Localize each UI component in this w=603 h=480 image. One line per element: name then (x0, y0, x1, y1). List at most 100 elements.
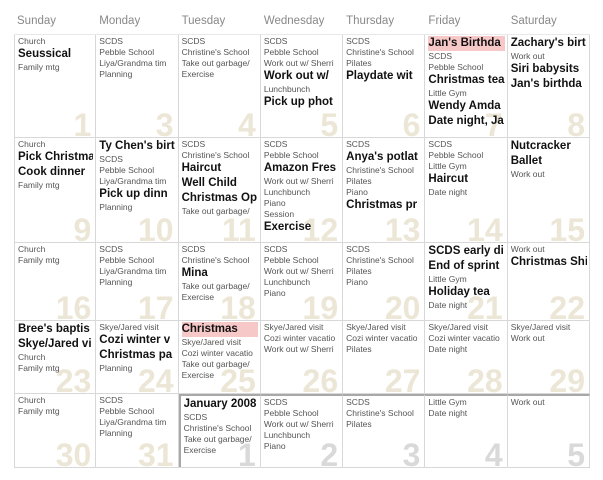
calendar-event[interactable]: Work out (511, 51, 587, 62)
calendar-event[interactable]: Pebble School (264, 150, 340, 161)
calendar-event[interactable]: Work out w/ Sherri (264, 344, 340, 355)
calendar-event[interactable]: Ty Chen's birt (99, 139, 175, 154)
day-cell[interactable]: SCDS early di End of sprint Little Gym Holi… (425, 243, 508, 320)
calendar-event[interactable]: Cozi winter vacatio (264, 333, 340, 344)
calendar-event[interactable]: Planning (99, 363, 175, 374)
calendar-event[interactable]: SCDS (99, 244, 175, 255)
calendar-event[interactable]: Family mtg (18, 406, 93, 417)
calendar-event[interactable]: Pilates (346, 266, 422, 277)
calendar-event[interactable]: Jan's birthda (511, 77, 587, 92)
calendar-event[interactable]: SCDS (346, 244, 422, 255)
calendar-event[interactable]: Exercise (182, 370, 258, 381)
calendar-event[interactable]: Liya/Grandma tim (99, 176, 175, 187)
calendar-event[interactable]: Christine's School (346, 408, 422, 419)
day-cell[interactable]: January 2008 SCDS Christine's School Take o… (178, 394, 261, 467)
day-cell[interactable]: Work out Christmas Shi 22 (508, 243, 590, 320)
calendar-event[interactable]: Work out (511, 169, 587, 180)
day-cell[interactable]: Skye/Jared visit Cozi winter vacatio Work … (261, 321, 344, 393)
calendar-event[interactable]: Exercise (184, 445, 258, 456)
calendar-event[interactable]: Work out (511, 397, 587, 408)
day-cell[interactable]: SCDS Pebble School Work out w/ Sherri Lunch… (260, 394, 344, 467)
calendar-event[interactable]: Family mtg (18, 363, 93, 374)
calendar-event[interactable]: Christine's School (184, 423, 258, 434)
calendar-event[interactable]: Christine's School (346, 255, 422, 266)
calendar-event[interactable]: Work out (511, 333, 587, 344)
calendar-event[interactable]: Ballet (511, 154, 587, 169)
calendar-event[interactable]: Zachary's birt (511, 36, 587, 51)
calendar-event[interactable]: Planning (99, 202, 175, 213)
calendar-event[interactable]: Piano (264, 441, 340, 452)
calendar-event[interactable]: Work out w/ Sherri (264, 419, 340, 430)
calendar-event[interactable]: Little Gym (428, 274, 504, 285)
calendar-event[interactable]: Anya's potlat (346, 150, 422, 165)
day-cell[interactable]: Bree's baptis Skye/Jared vi Church Family m… (14, 321, 97, 393)
calendar-event[interactable]: Skye/Jared visit (428, 322, 504, 333)
calendar-event[interactable]: Christine's School (182, 255, 258, 266)
calendar-event[interactable]: Pilates (346, 58, 422, 69)
highlighted-event[interactable]: Jan's Birthda (428, 36, 505, 51)
calendar-event[interactable]: Christmas Op (182, 191, 258, 206)
calendar-event[interactable]: Little Gym (428, 88, 504, 99)
calendar-event[interactable]: Take out garbage/ (182, 206, 258, 217)
calendar-event[interactable]: Work out w/ (264, 69, 340, 84)
calendar-event[interactable]: SCDS (182, 36, 258, 47)
calendar-event[interactable]: Christmas tea (428, 73, 504, 88)
calendar-event[interactable]: Cozi winter vacatio (182, 348, 258, 359)
calendar-event[interactable]: Pilates (346, 176, 422, 187)
day-cell[interactable]: SCDS Christine's School Pilates Piano 20 (343, 243, 426, 320)
calendar-event[interactable]: Pick Christma (18, 150, 93, 165)
calendar-event[interactable]: SCDS (182, 244, 258, 255)
day-cell[interactable]: SCDS Christine's School Take out garbage/E… (179, 35, 261, 137)
calendar-event[interactable]: Pebble School (99, 165, 175, 176)
calendar-event[interactable]: Liya/Grandma tim (99, 417, 175, 428)
calendar-event[interactable]: SCDS (264, 244, 340, 255)
calendar-event[interactable]: Skye/Jared visit (182, 337, 258, 348)
calendar-event[interactable]: Church (18, 352, 93, 363)
calendar-event[interactable]: SCDS (264, 139, 340, 150)
calendar-event[interactable]: Planning (99, 69, 175, 80)
day-cell[interactable]: Skye/Jared visit Cozi winter vacatio Date … (425, 321, 508, 393)
calendar-event[interactable]: Haircut (428, 172, 504, 187)
calendar-event[interactable]: Christmas Shi (511, 255, 587, 270)
day-cell[interactable]: Church Pick Christma Cook dinner Family mtg… (14, 138, 97, 242)
calendar-event[interactable]: Christmas pa (99, 348, 175, 363)
calendar-event[interactable]: Church (18, 139, 93, 150)
calendar-event[interactable]: SCDS (264, 397, 340, 408)
calendar-event[interactable]: Pilates (346, 419, 422, 430)
calendar-event[interactable]: Skye/Jared visit (264, 322, 340, 333)
day-cell[interactable]: SCDS Pebble School Little Gym Haircut Date n… (425, 138, 508, 242)
calendar-event[interactable]: SCDS early di (428, 244, 504, 259)
day-cell[interactable]: SCDS Pebble School Liya/Grandma tim Plannin… (96, 35, 179, 137)
calendar-event[interactable]: Pebble School (99, 406, 175, 417)
day-cell[interactable]: Skye/Jared visit Work out 29 (508, 321, 590, 393)
calendar-event[interactable]: Liya/Grandma tim (99, 266, 175, 277)
calendar-event[interactable]: Lunchbunch (264, 84, 340, 95)
day-cell[interactable]: Skye/Jared visit Cozi winter v Christmas p… (96, 321, 179, 393)
calendar-event[interactable]: Date night (428, 344, 504, 355)
calendar-event[interactable]: January 2008 (184, 397, 258, 412)
calendar-event[interactable]: Pebble School (428, 62, 504, 73)
calendar-event[interactable]: SCDS (99, 154, 175, 165)
calendar-event[interactable]: Pilates (346, 344, 422, 355)
calendar-event[interactable]: Bree's baptis (18, 322, 93, 337)
calendar-event[interactable]: Amazon Fres (264, 161, 340, 176)
calendar-event[interactable]: SCDS (99, 36, 175, 47)
calendar-event[interactable]: Pebble School (99, 255, 175, 266)
calendar-event[interactable]: Liya/Grandma tim (99, 58, 175, 69)
calendar-event[interactable]: Christine's School (346, 165, 422, 176)
calendar-event[interactable]: SCDS (184, 412, 258, 423)
calendar-event[interactable]: Exercise (264, 220, 340, 235)
calendar-event[interactable]: Piano (346, 187, 422, 198)
day-cell[interactable]: SCDS Christine's School Haircut Well Child C… (179, 138, 261, 242)
day-cell[interactable]: SCDS Pebble School Work out w/ Sherri Lunch… (261, 243, 344, 320)
day-cell[interactable]: Church Family mtg 30 (14, 394, 97, 467)
calendar-event[interactable]: Skye/Jared visit (346, 322, 422, 333)
calendar-event[interactable]: Cozi winter v (99, 333, 175, 348)
calendar-event[interactable]: SCDS (346, 36, 422, 47)
calendar-event[interactable]: Christine's School (182, 47, 258, 58)
calendar-event[interactable]: Work out w/ Sherri (264, 176, 340, 187)
calendar-event[interactable]: Mina (182, 266, 258, 281)
calendar-event[interactable]: Cook dinner (18, 165, 93, 180)
calendar-event[interactable]: Christine's School (182, 150, 258, 161)
calendar-event[interactable]: Christine's School (346, 47, 422, 58)
